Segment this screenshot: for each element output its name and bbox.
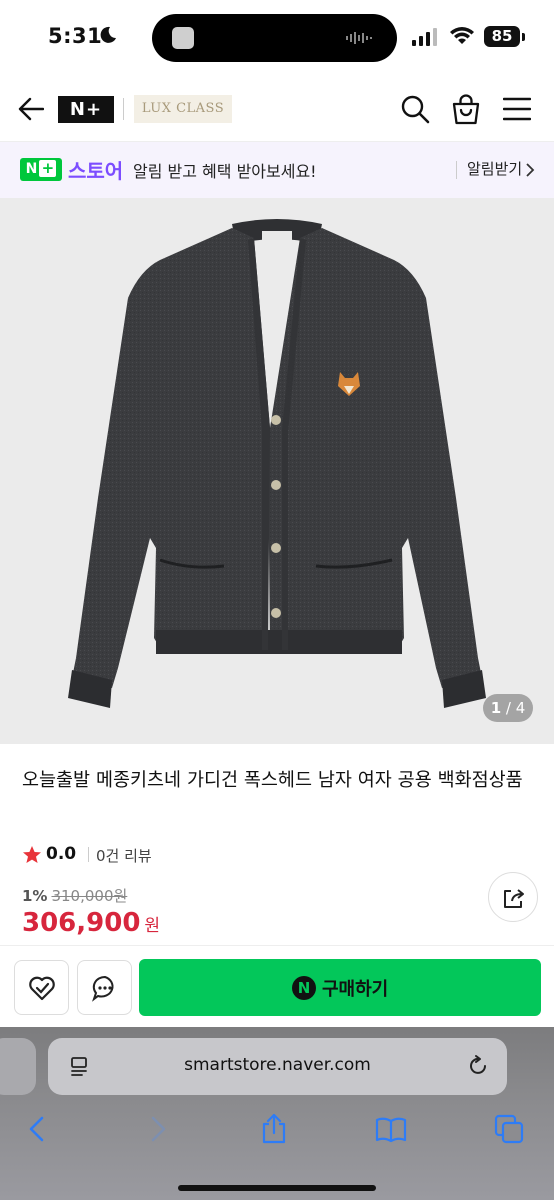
- image-counter-total: 4: [515, 699, 526, 717]
- safari-toolbar: smartstore.naver.com: [0, 1027, 554, 1200]
- final-price: 306,900 원: [22, 908, 160, 938]
- dynamic-island: [152, 14, 397, 62]
- image-counter-current: 1: [490, 699, 502, 717]
- reload-icon[interactable]: [466, 1054, 490, 1078]
- original-price: 310,000원: [51, 887, 128, 905]
- share-sheet-icon[interactable]: [258, 1113, 290, 1145]
- discount-row: 1% 310,000원: [22, 885, 127, 906]
- lux-class-badge[interactable]: LUX CLASS: [134, 95, 232, 123]
- discount-rate: 1%: [22, 887, 48, 905]
- star-icon: [23, 846, 41, 863]
- status-bar: 5:31 85: [0, 0, 554, 76]
- header: N+ LUX CLASS: [0, 76, 554, 142]
- chevron-right-icon: [526, 163, 535, 177]
- purchase-action-bar: N 구매하기: [0, 945, 554, 1027]
- alarm-subscribe-link[interactable]: 알림받기: [467, 158, 522, 179]
- heart-check-icon: [29, 976, 55, 1001]
- store-name: 스토어: [68, 159, 124, 183]
- battery-indicator: 85: [484, 26, 520, 47]
- store-message: 알림 받고 혜택 받아보세요!: [133, 162, 317, 181]
- rating-value: 0.0: [46, 844, 77, 864]
- price-currency: 원: [144, 916, 161, 936]
- shopping-bag-icon[interactable]: [451, 93, 481, 125]
- app-icon: [172, 27, 194, 49]
- cellular-signal-icon: [412, 28, 437, 46]
- audio-wave-icon: [346, 32, 372, 44]
- store-logo-plus: +: [39, 160, 57, 177]
- share-icon: [504, 889, 524, 908]
- status-time: 5:31: [48, 24, 103, 48]
- image-counter-separator: /: [505, 699, 511, 717]
- back-icon[interactable]: [22, 1113, 54, 1145]
- talk-talk-button[interactable]: [77, 960, 132, 1015]
- back-arrow-icon[interactable]: [18, 96, 44, 122]
- address-bar[interactable]: smartstore.naver.com: [48, 1038, 507, 1095]
- wifi-icon: [450, 27, 474, 44]
- rating-divider: [88, 847, 89, 862]
- naver-plus-logo[interactable]: N+: [58, 96, 114, 123]
- search-icon[interactable]: [400, 94, 430, 124]
- product-title: 오늘출발 메종키츠네 가디건 폭스헤드 남자 여자 공용 백화점상품: [22, 770, 523, 791]
- home-indicator: [178, 1185, 376, 1191]
- header-divider: [123, 98, 124, 120]
- store-logo-letter: N: [25, 161, 38, 177]
- buy-button-label: 구매하기: [322, 979, 389, 1000]
- url-text: smartstore.naver.com: [184, 1055, 371, 1075]
- naver-pay-n-icon: N: [292, 976, 316, 1000]
- bookmarks-icon[interactable]: [375, 1113, 407, 1145]
- previous-tab-preview[interactable]: [0, 1038, 36, 1095]
- battery-tip: [522, 33, 525, 41]
- moon-icon: [100, 26, 116, 43]
- share-button[interactable]: [488, 872, 538, 922]
- cardigan-photo: [68, 219, 486, 708]
- image-counter: 1 / 4: [483, 694, 533, 722]
- buy-button[interactable]: N 구매하기: [139, 959, 541, 1016]
- store-notification-banner[interactable]: N + 스토어 알림 받고 혜택 받아보세요! 알림받기: [0, 142, 554, 198]
- hamburger-menu-icon[interactable]: [503, 96, 531, 122]
- naver-plus-store-logo: N +: [20, 158, 62, 181]
- product-image-gallery[interactable]: 1 / 4: [0, 198, 554, 744]
- tabs-icon[interactable]: [493, 1113, 525, 1145]
- final-price-value: 306,900: [22, 908, 141, 938]
- wishlist-button[interactable]: [14, 960, 69, 1015]
- chat-bubble-icon: [92, 975, 114, 1002]
- review-count[interactable]: 0건 리뷰: [96, 845, 216, 866]
- forward-icon[interactable]: [141, 1113, 173, 1145]
- banner-divider: [456, 161, 457, 179]
